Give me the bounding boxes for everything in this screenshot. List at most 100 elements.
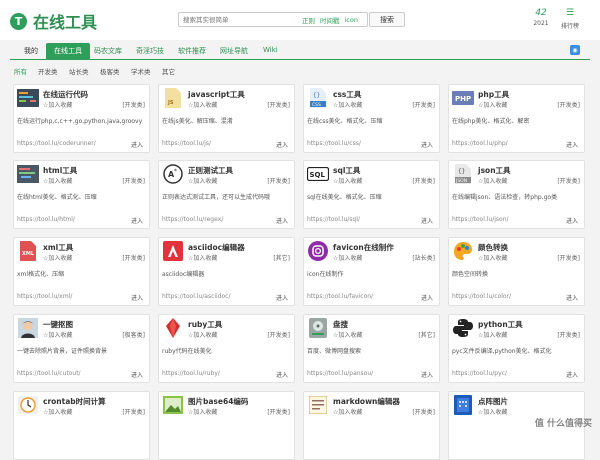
card-url[interactable]: https://tool.lu/sql/ — [307, 216, 360, 223]
search-button[interactable]: 搜索 — [369, 12, 405, 27]
card-url[interactable]: https://tool.lu/coderunner/ — [17, 140, 96, 147]
card-description: 正则表达式测试工具，还可以生成代码哦 — [162, 192, 293, 201]
card-url[interactable]: https://tool.lu/favicon/ — [307, 293, 373, 300]
enter-link[interactable]: 进入 — [421, 370, 433, 379]
enter-link[interactable]: 进入 — [131, 216, 143, 225]
filter-academic[interactable]: 学术类 — [131, 66, 151, 76]
filter-webmaster[interactable]: 站长类 — [69, 66, 89, 76]
tool-card[interactable]: 在线运行代码 ☆加入收藏 [开发类] 在线运行php,c,c++,go,pyth… — [13, 84, 150, 153]
tool-card[interactable]: ruby工具 ☆加入收藏 [开发类] ruby代码在线美化 https://to… — [158, 314, 295, 383]
add-favorite[interactable]: ☆加入收藏 — [333, 253, 362, 262]
css-file-icon: {}CSS — [307, 88, 329, 108]
nav-tips[interactable]: 奇淫巧技 — [136, 46, 164, 56]
add-favorite[interactable]: ☆加入收藏 — [188, 330, 217, 339]
add-favorite[interactable]: ☆加入收藏 — [188, 407, 217, 416]
tool-card[interactable]: {}CSS css工具 ☆加入收藏 [开发类] 在线css美化、格式化、压缩 h… — [303, 84, 440, 153]
search-input[interactable] — [179, 13, 297, 26]
search-tag-timestamp[interactable]: 时间戳 — [320, 15, 340, 25]
card-url[interactable]: https://tool.lu/html/ — [17, 216, 75, 223]
enter-link[interactable]: 进入 — [276, 140, 288, 149]
enter-link[interactable]: 进入 — [566, 370, 578, 379]
add-favorite[interactable]: ☆加入收藏 — [333, 100, 362, 109]
enter-link[interactable]: 进入 — [421, 140, 433, 149]
tool-card[interactable]: JS javascript工具 ☆加入收藏 [开发类] 在线js美化、解压缩、混… — [158, 84, 295, 153]
add-favorite[interactable]: ☆加入收藏 — [43, 407, 72, 416]
enter-link[interactable]: 进入 — [421, 216, 433, 225]
chat-icon[interactable]: ◉ — [570, 45, 580, 55]
card-url[interactable]: https://tool.lu/asciidoc/ — [162, 293, 231, 300]
card-title: xml工具 — [43, 242, 73, 253]
add-favorite[interactable]: ☆加入收藏 — [333, 176, 362, 185]
tool-card[interactable]: XML xml工具 ☆加入收藏 [开发类] xml格式化、压缩 https://… — [13, 237, 150, 306]
enter-link[interactable]: 进入 — [566, 293, 578, 302]
ranking-button[interactable]: ☰ 排行榜 — [558, 8, 582, 30]
add-favorite[interactable]: ☆加入收藏 — [43, 100, 72, 109]
search-tag-icon[interactable]: icon — [345, 16, 358, 24]
filter-all[interactable]: 所有 — [14, 66, 27, 76]
tool-card[interactable]: 一键抠图 ☆加入收藏 [极客类] 一键去除照片背景，证件照换背景 https:/… — [13, 314, 150, 383]
php-icon: PHP — [452, 88, 474, 108]
card-url[interactable]: https://tool.lu/regex/ — [162, 216, 223, 223]
year-badge[interactable]: 42 2021 — [530, 8, 552, 27]
nav-software[interactable]: 软件推荐 — [178, 46, 206, 56]
tool-card[interactable]: crontab时间计算 ☆加入收藏 [开发类] — [13, 391, 150, 460]
add-favorite[interactable]: ☆加入收藏 — [478, 407, 507, 416]
add-favorite[interactable]: ☆加入收藏 — [478, 253, 507, 262]
enter-link[interactable]: 进入 — [566, 216, 578, 225]
tool-card[interactable]: 盘搜 ☆加入收藏 [其它] 百度、微博网盘搜索 https://tool.lu/… — [303, 314, 440, 383]
add-favorite[interactable]: ☆加入收藏 — [478, 100, 507, 109]
card-url[interactable]: https://tool.lu/json/ — [452, 216, 509, 223]
tool-card[interactable]: 颜色转换 ☆加入收藏 [开发类] 颜色空间转换 https://tool.lu/… — [448, 237, 585, 306]
enter-link[interactable]: 进入 — [276, 293, 288, 302]
tool-card[interactable]: python工具 ☆加入收藏 [开发类] pyc文件反编译,python美化、格… — [448, 314, 585, 383]
tool-card[interactable]: SQL sql工具 ☆加入收藏 [开发类] sql在线美化、格式化、压缩 htt… — [303, 160, 440, 229]
enter-link[interactable]: 进入 — [566, 140, 578, 149]
filter-dev[interactable]: 开发类 — [38, 66, 58, 76]
tool-card[interactable]: A* 正则测试工具 ☆加入收藏 [开发类] 正则表达式测试工具，还可以生成代码哦… — [158, 160, 295, 229]
card-url[interactable]: https://tool.lu/pansou/ — [307, 370, 373, 377]
tool-card[interactable]: markdown编辑器 ☆加入收藏 [开发类] — [303, 391, 440, 460]
nav-online-tools[interactable]: 在线工具 — [46, 43, 90, 60]
nav-wiki[interactable]: Wiki — [263, 46, 278, 54]
card-url[interactable]: https://tool.lu/pyc/ — [452, 370, 507, 377]
card-title: markdown编辑器 — [333, 396, 400, 407]
enter-link[interactable]: 进入 — [421, 293, 433, 302]
add-favorite[interactable]: ☆加入收藏 — [188, 253, 217, 262]
add-favorite[interactable]: ☆加入收藏 — [188, 100, 217, 109]
enter-link[interactable]: 进入 — [131, 370, 143, 379]
enter-link[interactable]: 进入 — [276, 216, 288, 225]
tool-card[interactable]: html工具 ☆加入收藏 [开发类] 在线html美化、格式化、压缩 https… — [13, 160, 150, 229]
card-url[interactable]: https://tool.lu/php/ — [452, 140, 508, 147]
nav-mine[interactable]: 我的 — [24, 46, 38, 56]
tool-card[interactable]: {}JSON json工具 ☆加入收藏 [开发类] 在线编辑json、语法检查，… — [448, 160, 585, 229]
card-url[interactable]: https://tool.lu/color/ — [452, 293, 511, 300]
tool-card[interactable]: asciidoc编辑器 ☆加入收藏 [其它] asciidoc编辑器 https… — [158, 237, 295, 306]
card-url[interactable]: https://tool.lu/cutout/ — [17, 370, 81, 377]
card-url[interactable]: https://tool.lu/js/ — [162, 140, 211, 147]
filter-geek[interactable]: 极客类 — [100, 66, 120, 76]
card-title: javascript工具 — [188, 89, 245, 100]
nav-sites[interactable]: 网址导航 — [220, 46, 248, 56]
add-favorite[interactable]: ☆加入收藏 — [478, 176, 507, 185]
enter-link[interactable]: 进入 — [131, 140, 143, 149]
card-category: [开发类] — [122, 253, 145, 262]
enter-link[interactable]: 进入 — [276, 370, 288, 379]
add-favorite[interactable]: ☆加入收藏 — [333, 330, 362, 339]
card-url[interactable]: https://tool.lu/css/ — [307, 140, 361, 147]
add-favorite[interactable]: ☆加入收藏 — [188, 176, 217, 185]
enter-link[interactable]: 进入 — [131, 293, 143, 302]
tool-card[interactable]: PHP php工具 ☆加入收藏 [开发类] 在线php美化、格式化、解密 htt… — [448, 84, 585, 153]
add-favorite[interactable]: ☆加入收藏 — [43, 176, 72, 185]
tool-card[interactable]: favicon在线制作 ☆加入收藏 [站长类] icon在线制作 https:/… — [303, 237, 440, 306]
tool-card[interactable]: 图片base64编码 ☆加入收藏 [开发类] — [158, 391, 295, 460]
card-url[interactable]: https://tool.lu/xml/ — [17, 293, 72, 300]
search-tag-regex[interactable]: 正则 — [302, 15, 315, 25]
card-url[interactable]: https://tool.lu/ruby/ — [162, 370, 220, 377]
add-favorite[interactable]: ☆加入收藏 — [43, 330, 72, 339]
add-favorite[interactable]: ☆加入收藏 — [333, 407, 362, 416]
add-favorite[interactable]: ☆加入收藏 — [478, 330, 507, 339]
add-favorite[interactable]: ☆加入收藏 — [43, 253, 72, 262]
filter-other[interactable]: 其它 — [162, 66, 175, 76]
nav-code-library[interactable]: 码农文库 — [94, 46, 122, 56]
site-logo[interactable]: T 在线工具 — [10, 9, 97, 33]
